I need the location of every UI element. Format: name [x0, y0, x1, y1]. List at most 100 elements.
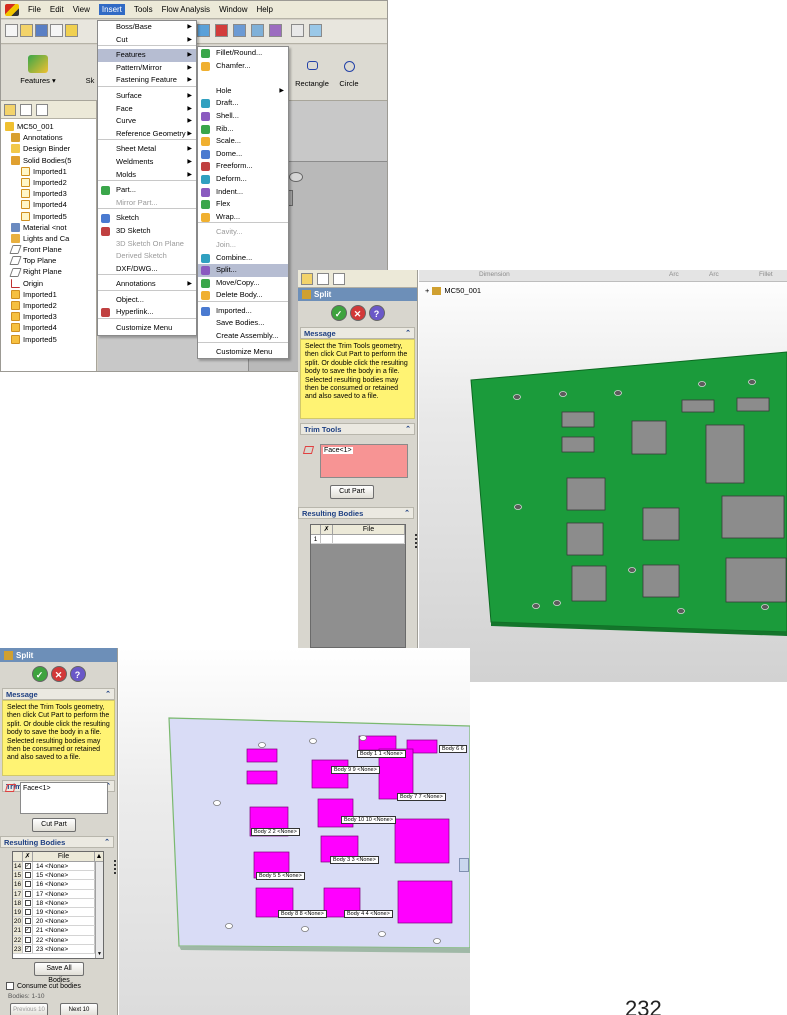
window-layout-icon[interactable] [291, 24, 304, 37]
tree-item[interactable]: Front Plane [5, 244, 96, 255]
cut-part-button[interactable]: Cut Part [32, 818, 76, 832]
save-icon[interactable] [35, 24, 48, 37]
body-tag[interactable]: Body 6 6 [439, 745, 467, 753]
table-row[interactable]: 15 15 <None> [13, 871, 95, 881]
section-view-icon[interactable] [269, 24, 282, 37]
body-tag[interactable]: Body 8 8 <None> [278, 910, 327, 918]
features-item-hole[interactable]: Hole ▶ [198, 85, 288, 98]
scroll-down-icon[interactable]: ▼ [96, 950, 103, 958]
menu-help[interactable]: Help [257, 5, 273, 14]
tree-item[interactable]: Imported4 [5, 322, 96, 333]
tree-root[interactable]: MC50_001 [5, 121, 96, 132]
ok-button[interactable]: ✓ [330, 305, 347, 321]
table-row[interactable]: 23 ✓ 23 <None> [13, 944, 95, 954]
features-item-draft[interactable]: Draft... [198, 97, 288, 110]
table-row[interactable]: 16 16 <None> [13, 880, 95, 890]
resulting-bodies-section-header[interactable]: Resulting Bodies ⌃ [298, 507, 414, 519]
table-row[interactable]: 1 [311, 535, 405, 545]
menu-flow-analysis[interactable]: Flow Analysis [162, 5, 210, 14]
features-item-imported[interactable]: Imported... [198, 305, 288, 318]
feature-tree-tab-icon[interactable] [4, 104, 16, 116]
menu-file[interactable]: File [28, 5, 41, 14]
insert-item-reference-geometry[interactable]: Reference Geometry ▶ [98, 128, 196, 141]
message-section-header[interactable]: Message ⌃ [300, 327, 415, 339]
features-item-delete-body[interactable]: Delete Body... [198, 289, 288, 302]
insert-item-mirror-part[interactable]: Mirror Part... [98, 197, 196, 210]
body-tag[interactable]: Body 9 9 <None> [331, 766, 380, 774]
body-tag[interactable]: Body 5 5 <None> [256, 872, 305, 880]
tree-item[interactable]: Solid Bodies(5 [5, 155, 96, 166]
body-tag[interactable]: Body 10 10 <None> [341, 816, 396, 824]
tree-item[interactable]: Imported2 [5, 177, 96, 188]
display-style-icon[interactable] [251, 24, 264, 37]
trim-tools-section-header[interactable]: Trim Tools⌃ [300, 423, 415, 435]
features-item-combine[interactable]: Combine... [198, 252, 288, 265]
insert-item-face[interactable]: Face ▶ [98, 103, 196, 116]
tree-item[interactable]: Annotations [5, 132, 96, 143]
checked-icon[interactable]: ✓ [24, 863, 31, 869]
features-item-freeform[interactable]: Freeform... [198, 160, 288, 173]
graphics-area-pcb[interactable]: Dimension Arc Arc Fillet + MC50_001 [419, 270, 787, 682]
unchecked-icon[interactable] [24, 872, 31, 879]
checked-icon[interactable]: ✓ [24, 927, 31, 934]
tree-item[interactable]: Right Plane [5, 266, 96, 277]
table-row[interactable]: 21 ✓ 21 <None> [13, 926, 95, 936]
ok-button[interactable]: ✓ [31, 666, 48, 682]
insert-item-boss-base[interactable]: Boss/Base ▶ [98, 21, 196, 34]
insert-item-weldments[interactable]: Weldments ▶ [98, 156, 196, 169]
feature-tree-tab-icon[interactable] [301, 273, 313, 285]
cancel-button[interactable]: ✕ [50, 666, 67, 682]
print-icon[interactable] [50, 24, 63, 37]
consume-cut-bodies-checkbox[interactable]: Consume cut bodies [6, 982, 81, 990]
insert-item-dxf-dwg[interactable]: DXF/DWG... [98, 263, 196, 276]
unchecked-icon[interactable] [24, 899, 31, 906]
property-tab-icon[interactable] [317, 273, 329, 285]
panel-splitter[interactable] [114, 860, 116, 874]
features-item-fillet-round[interactable]: Fillet/Round... [198, 47, 288, 60]
checked-icon[interactable]: ✓ [24, 945, 31, 952]
row-checkbox[interactable] [23, 871, 33, 880]
row-checkbox[interactable] [23, 889, 33, 898]
table-row[interactable]: 19 19 <None> [13, 907, 95, 918]
tree-item[interactable]: Imported1 [5, 166, 96, 177]
features-item-scale[interactable]: Scale... [198, 135, 288, 148]
features-item-join[interactable]: Join... [198, 239, 288, 252]
insert-item-sheet-metal[interactable]: Sheet Metal ▶ [98, 143, 196, 156]
trim-tools-list[interactable]: Face<1> [20, 782, 108, 814]
table-row[interactable]: 17 17 <None> [13, 889, 95, 899]
tree-item[interactable]: Material <not [5, 222, 96, 233]
insert-item-customize-menu[interactable]: Customize Menu [98, 322, 196, 335]
table-row[interactable]: 22 22 <None> [13, 935, 95, 945]
tree-item[interactable]: Imported5 [5, 211, 96, 222]
cancel-button[interactable]: ✕ [349, 305, 366, 321]
resulting-bodies-section-header[interactable]: Resulting Bodies ⌃ [0, 836, 114, 848]
next-10-button[interactable]: Next 10 [60, 1003, 98, 1015]
features-item-chamfer[interactable]: Chamfer... [198, 60, 288, 73]
tree-item[interactable]: Imported3 [5, 188, 96, 199]
tree-item[interactable]: Lights and Ca [5, 233, 96, 244]
message-section-header[interactable]: Message ⌃ [2, 688, 115, 700]
insert-item-pattern-mirror[interactable]: Pattern/Mirror ▶ [98, 62, 196, 75]
unchecked-icon[interactable] [24, 881, 31, 888]
features-item-shell[interactable]: Shell... [198, 110, 288, 123]
features-item-rib[interactable]: Rib... [198, 123, 288, 136]
table-row[interactable]: 18 18 <None> [13, 898, 95, 908]
features-item-move-copy[interactable]: Move/Copy... [198, 277, 288, 290]
insert-item-fastening-feature[interactable]: Fastening Feature ▶ [98, 74, 196, 87]
property-tab-icon[interactable] [20, 104, 32, 116]
unchecked-icon[interactable] [24, 936, 31, 943]
insert-item-part[interactable]: Part... [98, 184, 196, 197]
tree-item[interactable]: Origin [5, 278, 96, 289]
features-item-wrap[interactable]: Wrap... [198, 211, 288, 224]
scroll-up-icon[interactable]: ▲ [95, 852, 103, 861]
tree-item[interactable]: Imported3 [5, 311, 96, 322]
insert-item-3d-sketch-on-plane[interactable]: 3D Sketch On Plane [98, 238, 196, 251]
trim-tools-list[interactable]: Face<1> [320, 444, 408, 478]
trim-tool-item[interactable]: Face<1> [323, 447, 353, 454]
menu-window[interactable]: Window [219, 5, 247, 14]
tree-item[interactable]: Imported2 [5, 300, 96, 311]
features-tab[interactable]: Features ▾ [7, 55, 69, 85]
insert-item-annotations[interactable]: Annotations ▶ [98, 278, 196, 291]
row-checkbox[interactable]: ✓ [23, 926, 33, 935]
rebuild-icon[interactable] [65, 24, 78, 37]
